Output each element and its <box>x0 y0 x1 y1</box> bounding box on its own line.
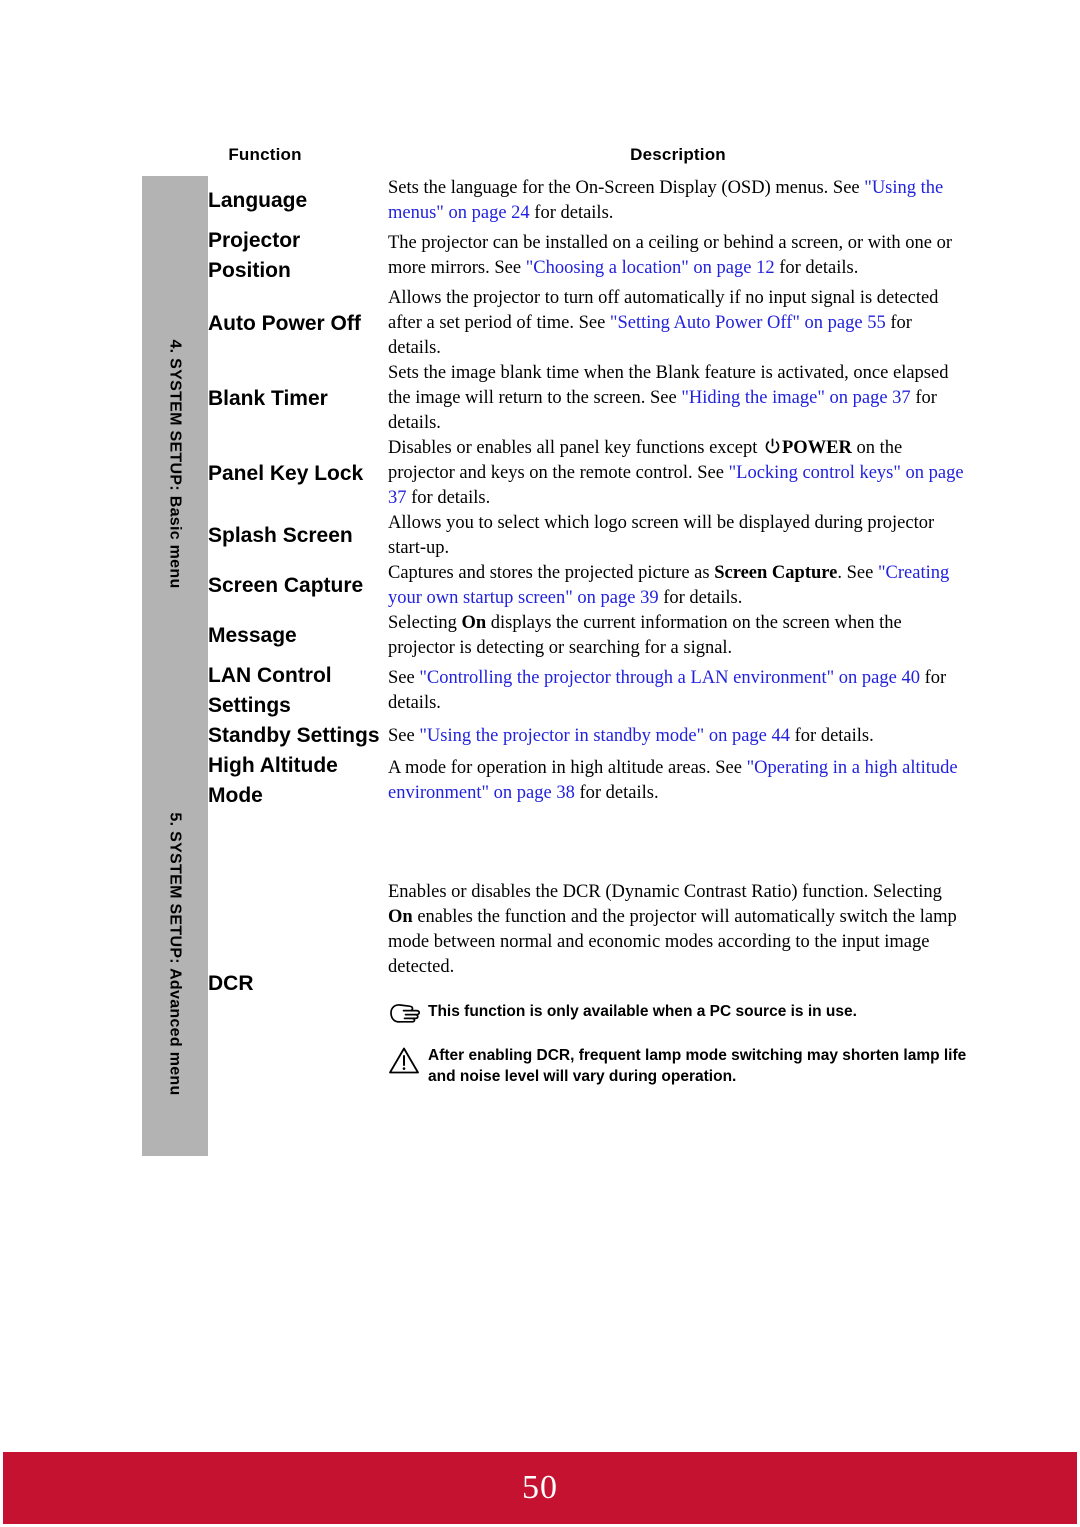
section-label-advanced-menu: 5. SYSTEM SETUP: Advanced menu <box>142 751 208 1156</box>
table-row: Screen Capture Captures and stores the p… <box>142 561 968 611</box>
text-run: for details. <box>790 725 874 746</box>
description-text: Selecting On displays the current inform… <box>388 611 968 661</box>
description-standby-settings: See "Using the projector in standby mode… <box>388 721 968 751</box>
table-row: Splash Screen Allows you to select which… <box>142 511 968 561</box>
description-text: Enables or disables the DCR (Dynamic Con… <box>388 880 968 980</box>
table-row: 4. SYSTEM SETUP: Basic menu Language Set… <box>142 176 968 751</box>
description-text: Sets the image blank time when the Blank… <box>388 361 968 436</box>
description-text: Allows you to select which logo screen w… <box>388 511 968 561</box>
text-run: for details. <box>529 203 614 223</box>
manual-page: Function Description 4. SYSTEM SETUP: Ba… <box>0 0 1080 1527</box>
text-run: A mode for operation in high altitude ar… <box>388 758 747 778</box>
description-language: Sets the language for the On-Screen Disp… <box>388 176 968 226</box>
function-name-lan-control-settings: LAN Control Settings <box>208 664 332 717</box>
table-row: LAN Control Settings See "Controlling th… <box>142 661 968 721</box>
description-lan-control-settings: See "Controlling the projector through a… <box>388 661 968 721</box>
text-run: for details. <box>774 258 859 278</box>
note-lamp-switching-warning: After enabling DCR, frequent lamp mode s… <box>388 1044 968 1087</box>
description-panel-key-lock: Disables or enables all panel key functi… <box>388 436 968 511</box>
table-row: 5. SYSTEM SETUP: Advanced menu High Alti… <box>142 751 968 1156</box>
text-run: enables the function and the projector w… <box>388 907 957 977</box>
page-number: 50 <box>522 1469 558 1506</box>
section-label-basic-menu: 4. SYSTEM SETUP: Basic menu <box>142 176 208 751</box>
emphasized-term: On <box>461 613 487 633</box>
description-screen-capture: Captures and stores the projected pictur… <box>388 561 968 611</box>
function-name-standby-settings: Standby Settings <box>208 724 380 747</box>
table-header-row: Function Description <box>142 134 968 176</box>
footer-bar: 50 <box>3 1452 1077 1524</box>
note-text: This function is only available when a P… <box>428 1003 857 1020</box>
table-row: Blank Timer Sets the image blank time wh… <box>142 361 968 436</box>
function-name-auto-power-off: Auto Power Off <box>208 311 361 335</box>
description-text: Allows the projector to turn off automat… <box>388 286 968 361</box>
function-name-projector-position: Projector Position <box>208 229 301 282</box>
function-name-high-altitude-mode: High Altitude Mode <box>208 754 338 807</box>
text-run: Captures and stores the projected pictur… <box>388 563 715 583</box>
note-text: After enabling DCR, frequent lamp mode s… <box>428 1047 967 1085</box>
cross-reference-link[interactable]: "Controlling the projector through a LAN… <box>419 668 920 688</box>
column-header-function: Function <box>228 145 302 164</box>
description-text: Captures and stores the projected pictur… <box>388 561 968 611</box>
table-row: Message Selecting On displays the curren… <box>142 611 968 661</box>
description-text: A mode for operation in high altitude ar… <box>388 756 968 806</box>
function-name-screen-capture: Screen Capture <box>208 574 364 597</box>
emphasized-term: Screen Capture <box>714 563 838 583</box>
cross-reference-link[interactable]: "Using the projector in standby mode" on… <box>419 726 790 746</box>
table-row: DCR Enables or disables the DCR (Dynamic… <box>142 811 968 1156</box>
description-text: See "Controlling the projector through a… <box>388 666 968 716</box>
function-description-table: Function Description 4. SYSTEM SETUP: Ba… <box>142 134 968 1156</box>
text-run: for details. <box>658 588 743 608</box>
emphasized-term: On <box>388 907 413 927</box>
section-label-text: 4. SYSTEM SETUP: Basic menu <box>167 338 184 589</box>
cross-reference-link[interactable]: "Choosing a location" on page 12 <box>526 258 775 278</box>
text-run: Disables or enables all panel key functi… <box>388 438 762 458</box>
function-name-dcr: DCR <box>208 971 254 995</box>
text-run: Allows you to select which logo screen w… <box>388 513 935 558</box>
text-run: See <box>388 668 420 688</box>
section-label-rotated-wrap: 5. SYSTEM SETUP: Advanced menu <box>142 751 208 1156</box>
text-run: for details. <box>574 783 659 803</box>
text-run: . See <box>837 563 878 583</box>
description-text: The projector can be installed on a ceil… <box>388 231 968 281</box>
function-name-blank-timer: Blank Timer <box>208 386 328 410</box>
pointing-hand-icon <box>388 1000 428 1024</box>
description-splash-screen: Allows you to select which logo screen w… <box>388 511 968 561</box>
function-name-panel-key-lock: Panel Key Lock <box>208 461 364 485</box>
function-name-language: Language <box>208 189 308 212</box>
cross-reference-link[interactable]: "Hiding the image" on page 37 <box>681 388 910 408</box>
description-text: Disables or enables all panel key functi… <box>388 436 968 511</box>
description-projector-position: The projector can be installed on a ceil… <box>388 226 968 286</box>
table-row: Auto Power Off Allows the projector to t… <box>142 286 968 361</box>
description-dcr: Enables or disables the DCR (Dynamic Con… <box>388 811 968 1156</box>
table-row: Projector Position The projector can be … <box>142 226 968 286</box>
description-text: See "Using the projector in standby mode… <box>388 724 968 749</box>
dcr-description-body: Enables or disables the DCR (Dynamic Con… <box>388 880 968 1087</box>
emphasized-term: POWER <box>781 438 852 458</box>
text-run: Enables or disables the DCR (Dynamic Con… <box>388 882 942 902</box>
table-row: Standby Settings See "Using the projecto… <box>142 721 968 751</box>
section-label-rotated-wrap: 4. SYSTEM SETUP: Basic menu <box>142 176 208 751</box>
text-run: Sets the language for the On-Screen Disp… <box>388 178 865 198</box>
section-label-text: 5. SYSTEM SETUP: Advanced menu <box>167 811 185 1096</box>
text-run: Selecting <box>388 613 462 633</box>
cross-reference-link[interactable]: "Setting Auto Power Off" on page 55 <box>610 313 886 333</box>
text-run: for details. <box>406 488 491 508</box>
function-name-splash-screen: Splash Screen <box>208 524 353 547</box>
description-text: Sets the language for the On-Screen Disp… <box>388 176 968 226</box>
description-message: Selecting On displays the current inform… <box>388 611 968 661</box>
note-pc-source: This function is only available when a P… <box>388 1000 968 1024</box>
text-run: See <box>388 725 420 746</box>
power-icon <box>764 438 781 455</box>
description-auto-power-off: Allows the projector to turn off automat… <box>388 286 968 361</box>
warning-triangle-icon <box>388 1044 428 1075</box>
table-row: Panel Key Lock Disables or enables all p… <box>142 436 968 511</box>
column-header-description: Description <box>630 145 726 164</box>
description-blank-timer: Sets the image blank time when the Blank… <box>388 361 968 436</box>
description-high-altitude-mode: A mode for operation in high altitude ar… <box>388 751 968 811</box>
function-name-message: Message <box>208 624 297 647</box>
